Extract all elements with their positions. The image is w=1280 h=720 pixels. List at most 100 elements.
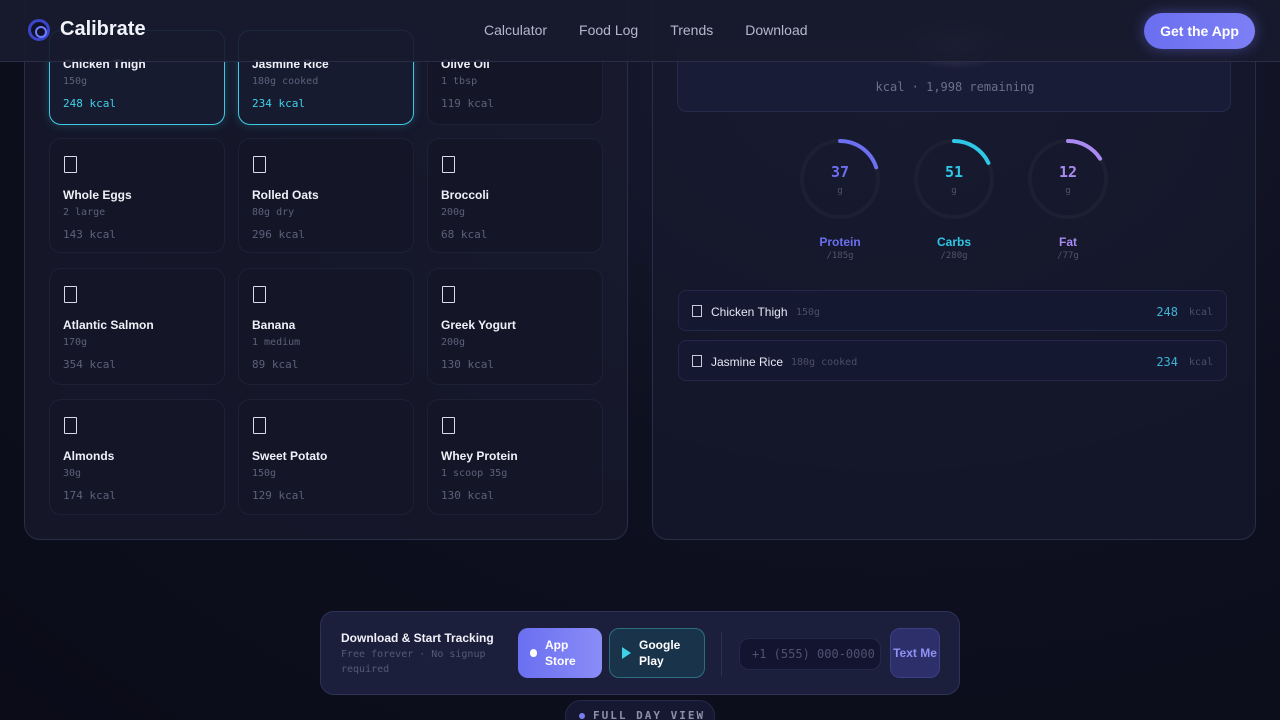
macro-goal: /280g xyxy=(940,251,968,261)
food-card[interactable]: Whey Protein 1 scoop 35g 130 kcal xyxy=(427,399,603,515)
food-icon xyxy=(64,417,77,434)
food-portion: 1 medium xyxy=(252,337,301,348)
log-food-name: Chicken Thigh xyxy=(711,305,788,319)
food-kcal: 68 kcal xyxy=(441,228,488,241)
food-portion: 200g xyxy=(441,337,466,348)
dot-icon xyxy=(579,713,585,719)
food-icon xyxy=(442,417,455,434)
nav-link-calculator[interactable]: Calculator xyxy=(484,22,547,38)
food-kcal: 130 kcal xyxy=(441,489,494,502)
food-portion: 170g xyxy=(63,337,88,348)
google-play-button[interactable]: Google Play xyxy=(609,628,705,678)
food-card[interactable]: Almonds 30g 174 kcal xyxy=(49,399,225,515)
food-icon xyxy=(253,286,266,303)
food-kcal: 234 kcal xyxy=(252,97,305,110)
text-me-button[interactable]: Text Me xyxy=(890,628,940,678)
get-app-button[interactable]: Get the App xyxy=(1144,13,1255,49)
food-portion: 80g dry xyxy=(252,207,295,218)
food-portion: 200g xyxy=(441,207,466,218)
app-store-label: App Store xyxy=(545,638,576,668)
macro-name: Protein xyxy=(819,235,861,249)
macro-protein: 37 g Protein/185g xyxy=(798,137,882,261)
full-day-label: FULL DAY VIEW xyxy=(593,709,706,720)
food-portion: 30g xyxy=(63,468,82,479)
macro-value: 51 xyxy=(944,163,964,181)
food-kcal: 296 kcal xyxy=(252,228,305,241)
food-portion: 1 tbsp xyxy=(441,76,478,87)
food-kcal: 174 kcal xyxy=(63,489,116,502)
food-icon xyxy=(64,156,77,173)
food-kcal: 129 kcal xyxy=(252,489,305,502)
apple-icon xyxy=(530,649,537,657)
brand-name: Calibrate xyxy=(60,18,146,40)
food-kcal: 248 kcal xyxy=(63,97,116,110)
log-food-name: Jasmine Rice xyxy=(711,355,784,369)
macro-carbs: 51 g Carbs/280g xyxy=(912,137,996,261)
play-icon xyxy=(622,647,631,659)
food-card[interactable]: Whole Eggs 2 large 143 kcal xyxy=(49,138,225,253)
food-icon xyxy=(253,156,266,173)
food-icon xyxy=(692,305,702,317)
food-name: Atlantic Salmon xyxy=(63,318,154,332)
log-kcal-unit: kcal xyxy=(1188,307,1213,318)
food-kcal: 119 kcal xyxy=(441,97,494,110)
macro-unit: g xyxy=(837,186,843,196)
logo-icon xyxy=(28,18,50,41)
food-card[interactable]: Atlantic Salmon 170g 354 kcal xyxy=(49,268,225,385)
food-card[interactable]: Sweet Potato 150g 129 kcal xyxy=(238,399,414,515)
nav-link-food-log[interactable]: Food Log xyxy=(579,22,638,38)
food-portion: 150g xyxy=(252,468,277,479)
food-name: Whole Eggs xyxy=(63,188,132,202)
full-day-view-button[interactable]: FULL DAY VIEW xyxy=(565,700,715,720)
macro-goal: /77g xyxy=(1057,251,1079,261)
macro-unit: g xyxy=(951,186,957,196)
divider xyxy=(721,632,722,676)
top-nav: Calibrate Calculator Food Log Trends Dow… xyxy=(0,0,1280,62)
food-portion: 1 scoop 35g xyxy=(441,468,508,479)
google-play-label: Google Play xyxy=(639,638,681,668)
log-food-kcal: 234 xyxy=(1156,355,1178,369)
food-icon xyxy=(442,156,455,173)
food-kcal: 89 kcal xyxy=(252,358,299,371)
food-portion: 150g xyxy=(63,76,88,87)
download-subtitle: Free forever · No signup required xyxy=(341,649,486,675)
macro-value: 12 xyxy=(1058,163,1078,181)
macro-unit: g xyxy=(1065,186,1071,196)
food-card[interactable]: Banana 1 medium 89 kcal xyxy=(238,268,414,385)
download-bar: Download & Start Tracking Free forever ·… xyxy=(320,611,960,695)
log-kcal-unit: kcal xyxy=(1188,357,1213,368)
food-card[interactable]: Broccoli 200g 68 kcal xyxy=(427,138,603,253)
food-name: Sweet Potato xyxy=(252,449,328,463)
food-icon xyxy=(442,286,455,303)
food-name: Rolled Oats xyxy=(252,188,319,202)
app-store-button[interactable]: App Store xyxy=(518,628,602,678)
food-name: Broccoli xyxy=(441,188,490,202)
food-icon xyxy=(64,286,77,303)
log-food-portion: 180g cooked xyxy=(791,357,858,368)
macro-fat: 12 g Fat/77g xyxy=(1026,137,1110,261)
macro-name: Fat xyxy=(1059,235,1077,249)
food-name: Almonds xyxy=(63,449,115,463)
remaining-text: kcal · 1,998 remaining xyxy=(875,80,1035,94)
download-title: Download & Start Tracking xyxy=(341,631,494,645)
food-icon xyxy=(253,417,266,434)
food-card[interactable]: Greek Yogurt 200g 130 kcal xyxy=(427,268,603,385)
log-row[interactable]: Chicken Thigh 150g 248 kcal xyxy=(678,290,1227,331)
log-food-kcal: 248 xyxy=(1156,305,1178,319)
food-kcal: 354 kcal xyxy=(63,358,116,371)
nav-link-download[interactable]: Download xyxy=(745,22,807,38)
food-name: Greek Yogurt xyxy=(441,318,516,332)
phone-input[interactable] xyxy=(739,638,881,670)
macro-name: Carbs xyxy=(936,235,971,249)
macro-value: 37 xyxy=(830,163,850,181)
nav-links: Calculator Food Log Trends Download xyxy=(484,22,808,38)
food-kcal: 143 kcal xyxy=(63,228,116,241)
macro-goal: /185g xyxy=(826,251,854,261)
food-portion: 180g cooked xyxy=(252,76,319,87)
log-row[interactable]: Jasmine Rice 180g cooked 234 kcal xyxy=(678,340,1227,381)
food-name: Banana xyxy=(252,318,296,332)
brand[interactable]: Calibrate xyxy=(28,18,146,41)
food-name: Whey Protein xyxy=(441,449,518,463)
nav-link-trends[interactable]: Trends xyxy=(670,22,713,38)
food-card[interactable]: Rolled Oats 80g dry 296 kcal xyxy=(238,138,414,253)
